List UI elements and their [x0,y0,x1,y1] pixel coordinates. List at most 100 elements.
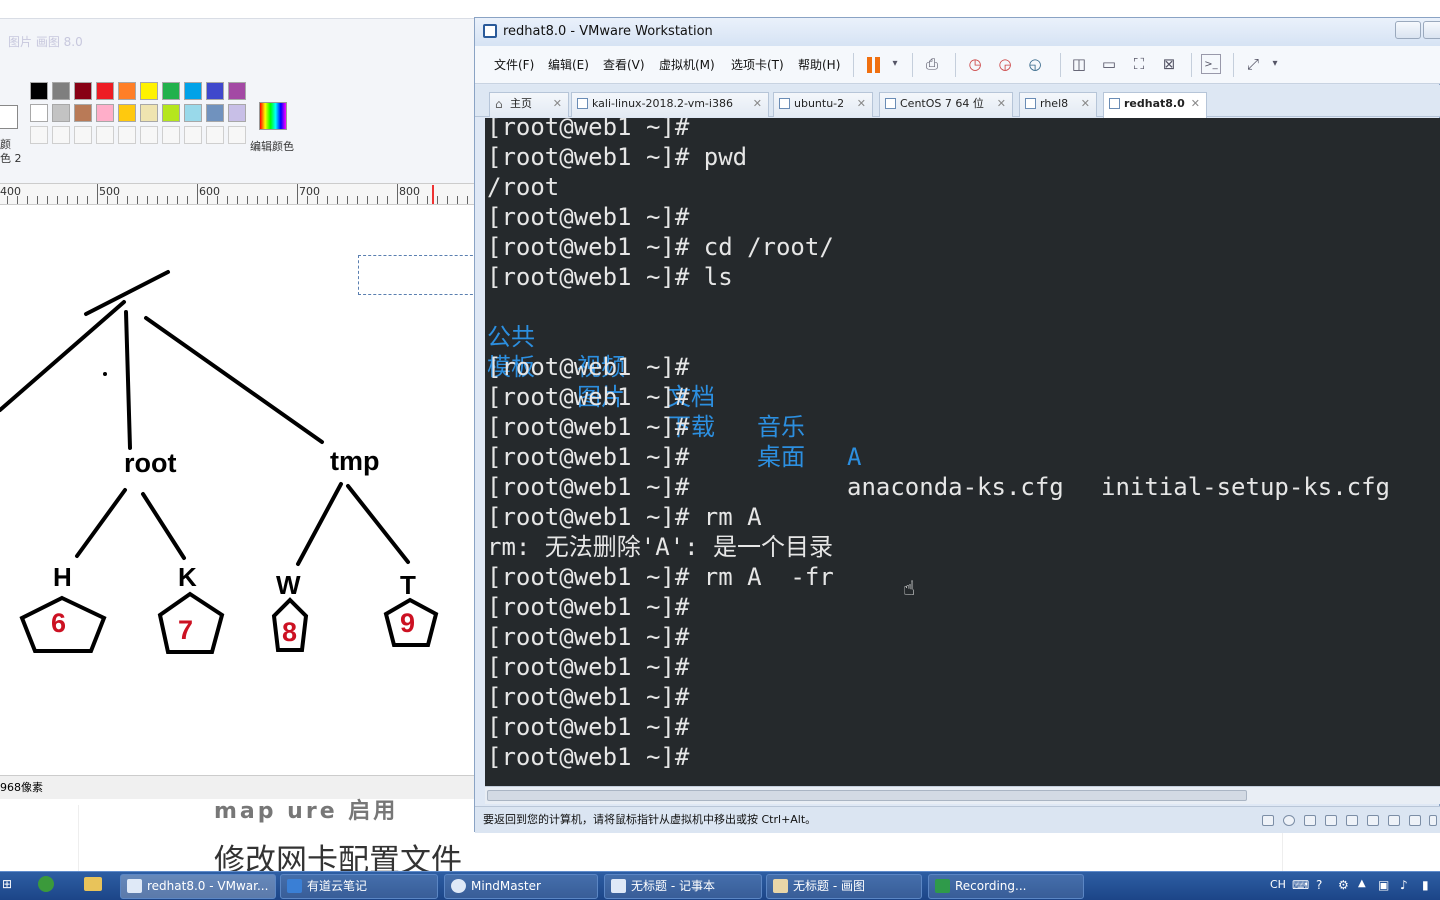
color-swatch[interactable] [206,104,224,122]
tab-home[interactable]: ⌂ 主页 ✕ [489,92,569,117]
keyboard-icon[interactable]: ⌨ [1292,878,1309,892]
start-fragment-icon[interactable]: ⊞ [2,877,12,891]
tab-rhel8[interactable]: rhel8 ✕ [1019,92,1097,117]
unity-icon[interactable]: ⊠ [1159,54,1179,74]
speaker-icon[interactable] [1367,815,1379,826]
color-swatch[interactable] [30,104,48,122]
hard-disk-icon[interactable] [1262,815,1274,826]
task-vmware[interactable]: redhat8.0 - VMwar... [120,874,276,899]
color-swatch[interactable] [184,82,202,100]
pause-dropdown-icon[interactable]: ▾ [885,54,905,74]
vm-console[interactable]: [root@web1 ~]# [root@web1 ~]# pwd /root … [485,118,1440,786]
menu-help[interactable]: 帮助(H) [798,56,840,73]
empty-swatch[interactable] [52,126,70,144]
color-swatch[interactable] [52,82,70,100]
sound-icon[interactable] [1346,815,1358,826]
send-keys-icon[interactable]: ⎙ [922,54,942,74]
help-icon[interactable]: ? [1316,878,1322,892]
empty-swatch[interactable] [74,126,92,144]
ruler-tick [427,196,428,204]
empty-swatch[interactable] [162,126,180,144]
maximize-button[interactable] [1423,21,1440,39]
color-swatch[interactable] [140,82,158,100]
color-swatch[interactable] [162,104,180,122]
minimize-button[interactable] [1395,21,1421,39]
pause-icon[interactable] [867,57,880,73]
empty-swatch[interactable] [184,126,202,144]
close-icon[interactable]: ✕ [553,93,562,115]
empty-swatch[interactable] [206,126,224,144]
cd-icon[interactable] [1283,815,1295,826]
task-paint[interactable]: 无标题 - 画图 [766,874,922,899]
usb-icon[interactable] [1388,815,1400,826]
task-recording[interactable]: Recording... [928,874,1084,899]
task-youdao-note[interactable]: 有道云笔记 [280,874,438,899]
color-swatch[interactable] [52,104,70,122]
tray-expand-icon[interactable]: ▲ [1358,878,1366,889]
color-swatch[interactable] [206,82,224,100]
color-swatch[interactable] [228,82,246,100]
empty-swatch[interactable] [30,126,48,144]
library-icon[interactable]: ◫ [1069,54,1089,74]
close-icon[interactable]: ✕ [1191,93,1200,115]
network-tray-icon[interactable]: ▮ [1422,878,1429,892]
stretch-icon[interactable]: ⤢ [1243,54,1263,74]
ruler-tick [187,196,188,204]
color-swatch[interactable] [118,82,136,100]
close-icon[interactable]: ✕ [997,93,1006,115]
menu-tabs[interactable]: 选项卡(T) [731,56,784,73]
language-indicator[interactable]: CH [1270,878,1286,891]
color-swatch[interactable] [228,104,246,122]
empty-swatch[interactable] [96,126,114,144]
color-swatch[interactable] [162,82,180,100]
empty-swatch[interactable] [118,126,136,144]
menu-edit[interactable]: 编辑(E) [548,56,589,73]
tab-redhat8[interactable]: redhat8.0 ✕ [1103,92,1207,118]
menu-vm[interactable]: 虚拟机(M) [659,56,715,73]
task-mindmaster[interactable]: MindMaster [444,874,598,899]
task-notepad[interactable]: 无标题 - 记事本 [604,874,762,899]
selection-box[interactable] [358,255,478,295]
explorer-icon[interactable] [84,877,102,891]
color-swatch[interactable] [184,104,202,122]
revert-snapshot-icon[interactable]: ◶ [995,54,1015,74]
color-swatch[interactable] [140,104,158,122]
color-swatch[interactable] [74,104,92,122]
color-swatch[interactable] [30,82,48,100]
tab-kali[interactable]: kali-linux-2018.2-vm-i386 ✕ [571,92,769,117]
color-swatch[interactable] [118,104,136,122]
color2-button[interactable] [0,105,18,129]
device-icon[interactable] [1409,815,1421,826]
device-tray-icon[interactable]: ▣ [1378,878,1389,892]
scrollbar-thumb[interactable] [487,790,1247,801]
tab-centos[interactable]: CentOS 7 64 位 ✕ [879,92,1013,117]
color-swatch[interactable] [96,82,114,100]
tab-ubuntu[interactable]: ubuntu-2 ✕ [773,92,873,117]
ime-settings-icon[interactable]: ⚙ [1338,878,1349,892]
color-swatch[interactable] [96,104,114,122]
printer-icon[interactable] [1325,815,1337,826]
message-icon[interactable] [1429,815,1437,826]
ruler-tick [7,196,8,204]
console-view-icon[interactable]: >_ [1201,54,1221,74]
horizontal-scrollbar[interactable] [485,786,1440,804]
empty-swatch[interactable] [228,126,246,144]
window-titlebar[interactable]: redhat8.0 - VMware Workstation [475,18,1440,46]
stretch-dropdown-icon[interactable]: ▾ [1265,54,1285,74]
browser-icon[interactable] [38,876,54,892]
color-swatch[interactable] [74,82,92,100]
snapshot-manager-icon[interactable]: ◵ [1025,54,1045,74]
close-icon[interactable]: ✕ [857,93,866,115]
close-icon[interactable]: ✕ [753,93,762,115]
thumbnail-bar-icon[interactable]: ▭ [1099,54,1119,74]
volume-icon[interactable]: ♪ [1400,878,1408,892]
close-icon[interactable]: ✕ [1081,93,1090,115]
edit-colors-icon[interactable] [259,102,287,130]
menu-view[interactable]: 查看(V) [603,56,645,73]
empty-swatch[interactable] [140,126,158,144]
network-icon[interactable] [1304,815,1316,826]
menu-file[interactable]: 文件(F) [494,56,534,73]
fullscreen-icon[interactable]: ⛶ [1129,54,1149,74]
tree-stroke [124,310,132,450]
snapshot-icon[interactable]: ◷ [965,54,985,74]
